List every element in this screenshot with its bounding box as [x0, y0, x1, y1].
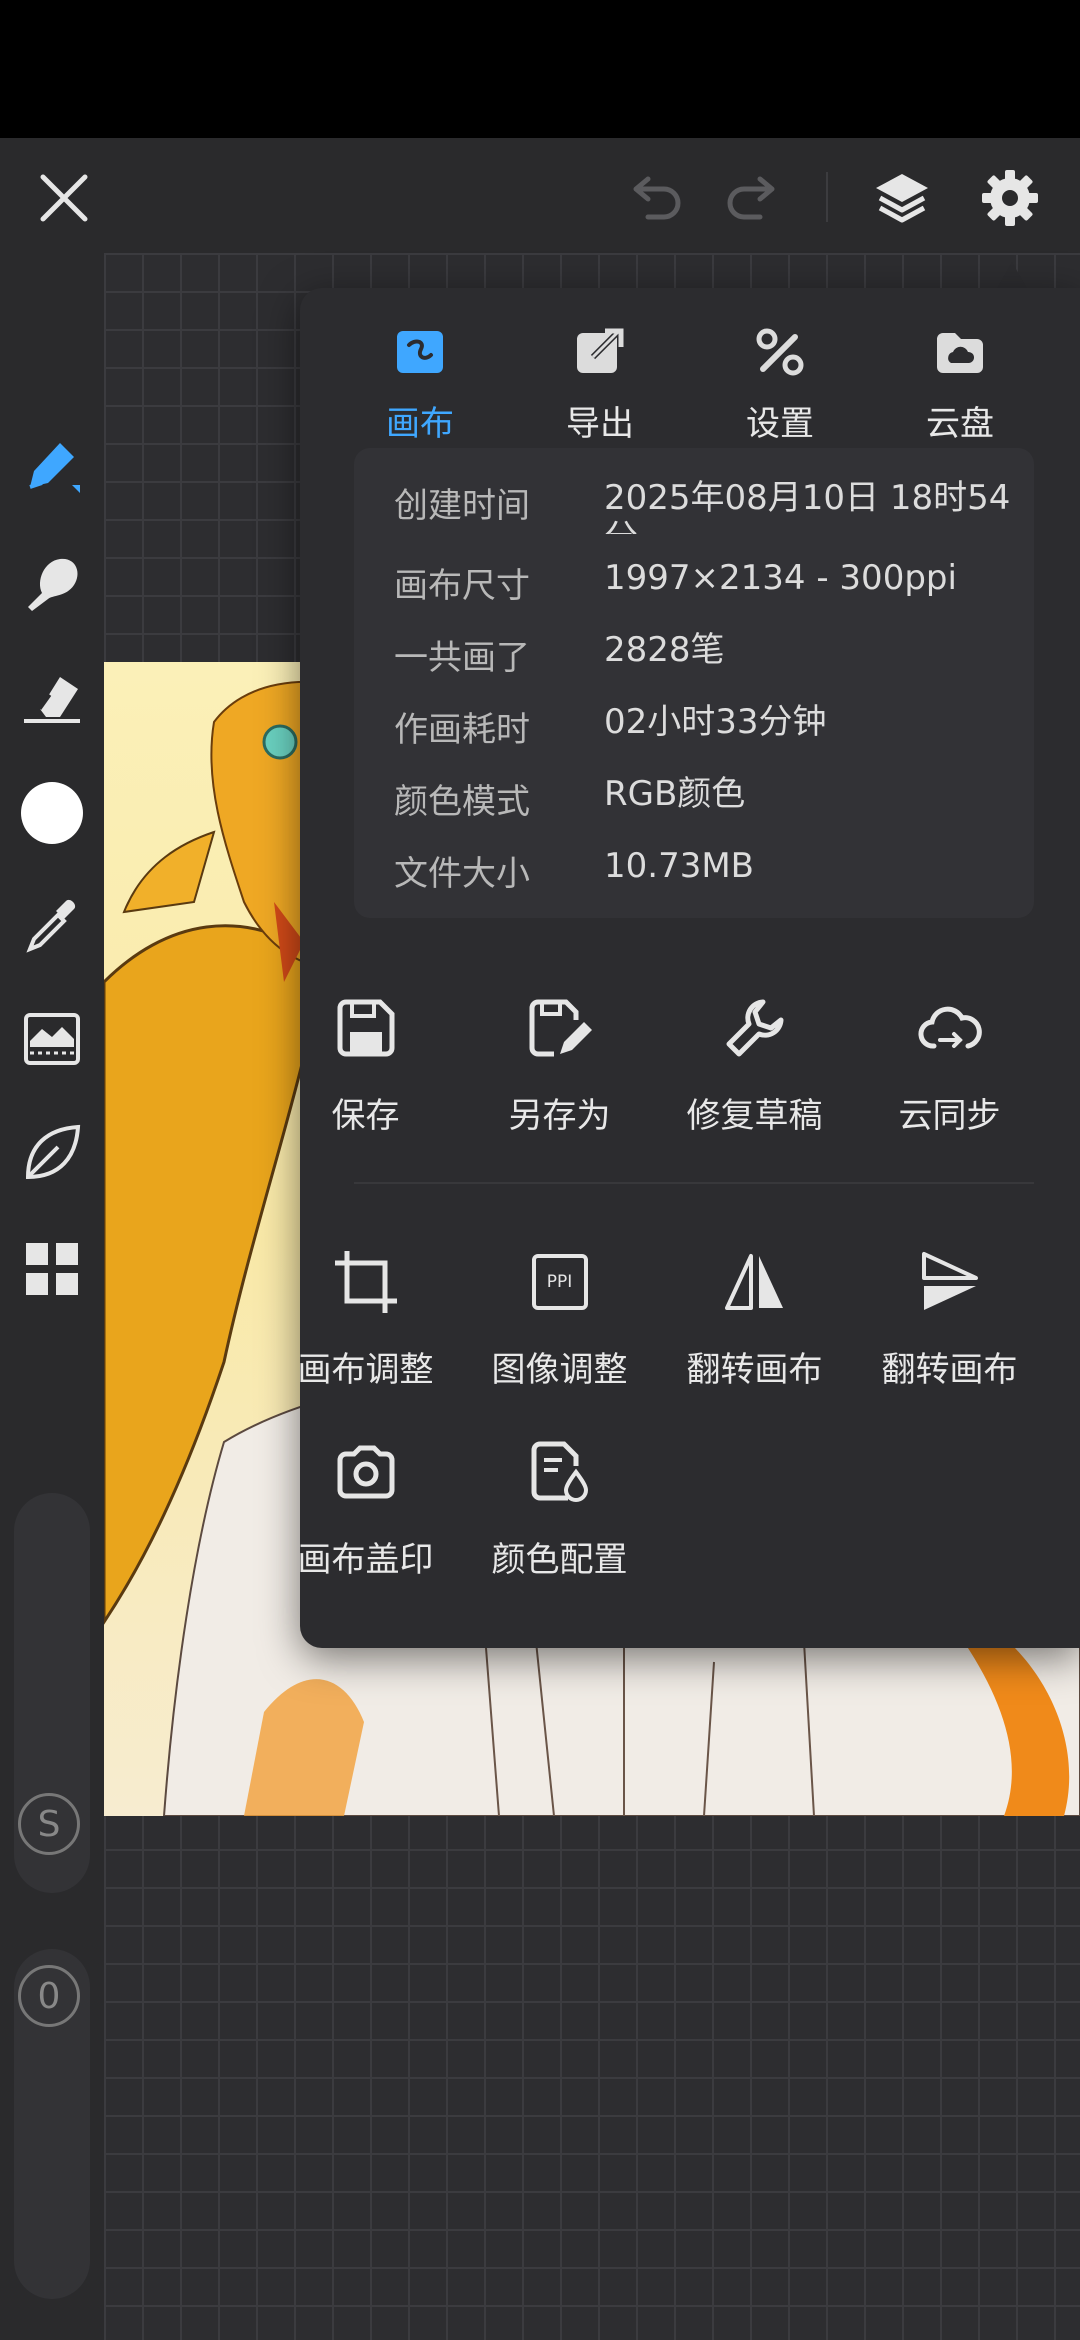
info-row-strokes: 一共画了 2828笔 [394, 630, 1024, 702]
tab-label: 画布 [386, 404, 454, 444]
redo-icon[interactable] [712, 158, 792, 238]
tab-label: 导出 [566, 404, 634, 444]
action-label: 画布调整 [297, 1350, 434, 1390]
canvas-menu-panel: 画布 导出 设置 云盘 创建时间 2025年08月10日 18时54分 [298, 288, 1080, 1648]
action-label: 云同步 [898, 1096, 1001, 1136]
action-label: 另存为 [508, 1096, 611, 1136]
cloud-sync-button[interactable]: 云同步 [852, 988, 1047, 1148]
color-profile-icon [462, 1432, 657, 1512]
canvas-adjust-button[interactable]: 画布调整 [268, 1242, 463, 1402]
canvas-stamp-button[interactable]: 画布盖印 [268, 1432, 463, 1592]
tab-canvas[interactable]: 画布 [330, 314, 510, 444]
info-key: 颜色模式 [394, 782, 530, 822]
settings-icon [752, 324, 808, 380]
tab-export[interactable]: 导出 [510, 314, 690, 444]
info-value: 1997×2134 - 300ppi [604, 558, 957, 598]
action-label: 保存 [331, 1096, 400, 1136]
close-icon[interactable] [24, 158, 104, 238]
eraser-icon[interactable] [0, 657, 104, 737]
panel-caret [996, 262, 1028, 290]
info-row-duration: 作画耗时 02小时33分钟 [394, 702, 1024, 774]
info-key: 画布尺寸 [394, 566, 530, 606]
toolbar-divider [826, 172, 828, 222]
save-icon [268, 988, 463, 1068]
tab-cloud-drive[interactable]: 云盘 [870, 314, 1050, 444]
info-key: 创建时间 [394, 486, 530, 526]
smudge-icon[interactable] [0, 543, 104, 623]
cloud-drive-icon [932, 324, 988, 380]
tab-settings[interactable]: 设置 [690, 314, 870, 444]
flip-canvas-horizontal-button[interactable]: 翻转画布 [657, 1242, 852, 1402]
info-value: 2025年08月10日 18时54分 [604, 478, 1011, 534]
wrench-icon [657, 988, 852, 1068]
cloud-sync-icon [852, 988, 1047, 1068]
action-label: 翻转画布 [686, 1350, 823, 1390]
canvas-info-box: 创建时间 2025年08月10日 18时54分 画布尺寸 1997×2134 -… [354, 448, 1034, 918]
camera-icon [268, 1432, 463, 1512]
canvas-icon [392, 324, 448, 380]
flip-canvas-vertical-button[interactable]: 翻转画布 [852, 1242, 1047, 1402]
info-value: 10.73MB [604, 846, 754, 886]
eyedropper-icon[interactable] [0, 885, 104, 965]
ppi-icon-text: PPI [531, 1254, 588, 1310]
info-row-color-mode: 颜色模式 RGB颜色 [394, 774, 1024, 846]
action-label: 图像调整 [491, 1350, 628, 1390]
info-value: 02小时33分钟 [604, 702, 827, 742]
grid-icon[interactable] [0, 1229, 104, 1309]
flip-horizontal-icon [657, 1242, 852, 1322]
info-row-created: 创建时间 2025年08月10日 18时54分 [394, 478, 1024, 550]
opacity-label: 0 [18, 1965, 80, 2027]
action-label: 画布盖印 [297, 1540, 434, 1580]
info-row-file-size: 文件大小 10.73MB [394, 846, 1024, 918]
info-value: 2828笔 [604, 630, 725, 670]
save-as-button[interactable]: 另存为 [462, 988, 657, 1148]
drawing-app: S 0 画布 导出 设置 云盘 创建时间 2025年08月10日 18时54 画… [0, 138, 1080, 2340]
gear-icon[interactable] [970, 158, 1050, 238]
color-swatch[interactable] [0, 773, 104, 853]
tab-label: 云盘 [926, 404, 994, 444]
export-icon [572, 324, 628, 380]
ppi-icon: PPI [462, 1242, 657, 1322]
image-adjust-button[interactable]: PPI 图像调整 [462, 1242, 657, 1402]
undo-icon[interactable] [616, 158, 696, 238]
repair-draft-button[interactable]: 修复草稿 [657, 988, 852, 1148]
save-button[interactable]: 保存 [268, 988, 463, 1148]
action-label: 颜色配置 [491, 1540, 628, 1580]
leaf-icon[interactable] [0, 1113, 104, 1193]
fill-icon[interactable] [0, 999, 104, 1079]
color-config-button[interactable]: 颜色配置 [462, 1432, 657, 1592]
save-as-icon [462, 988, 657, 1068]
section-divider [354, 1182, 1034, 1184]
action-label: 翻转画布 [881, 1350, 1018, 1390]
tab-label: 设置 [746, 404, 814, 444]
brush-size-label: S [18, 1793, 80, 1855]
action-label: 修复草稿 [686, 1096, 823, 1136]
info-key: 文件大小 [394, 854, 530, 894]
left-toolbar: S 0 [0, 253, 104, 2340]
info-key: 一共画了 [394, 638, 530, 678]
info-row-size: 画布尺寸 1997×2134 - 300ppi [394, 558, 1024, 630]
pen-icon[interactable] [0, 425, 104, 505]
flip-vertical-icon [852, 1242, 1047, 1322]
crop-icon [268, 1242, 463, 1322]
info-key: 作画耗时 [394, 710, 530, 750]
top-toolbar [0, 138, 1080, 253]
info-value: RGB颜色 [604, 774, 746, 814]
status-bar [0, 0, 1080, 138]
layers-icon[interactable] [862, 158, 942, 238]
